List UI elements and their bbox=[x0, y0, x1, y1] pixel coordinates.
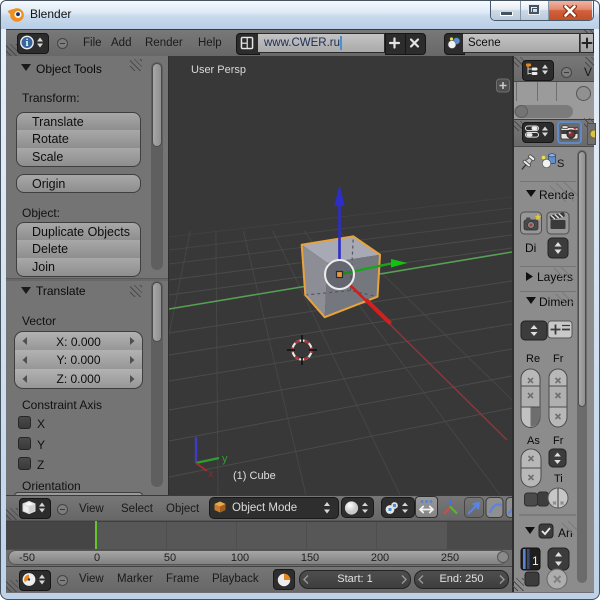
svg-text:Rende: Rende bbox=[539, 188, 575, 202]
svg-text:i: i bbox=[26, 38, 29, 49]
svg-text:Di: Di bbox=[525, 241, 536, 255]
svg-text:S: S bbox=[557, 158, 564, 170]
svg-text:Dimen: Dimen bbox=[539, 295, 574, 309]
svg-text:y: y bbox=[222, 453, 228, 465]
svg-text:As: As bbox=[527, 435, 540, 447]
svg-text:1: 1 bbox=[532, 554, 539, 568]
svg-text:x: x bbox=[208, 468, 214, 480]
svg-text:Ti: Ti bbox=[554, 473, 563, 485]
svg-text:Fr: Fr bbox=[553, 435, 564, 447]
svg-text:An: An bbox=[558, 526, 573, 540]
svg-text:Re: Re bbox=[526, 353, 540, 365]
svg-text:Fr: Fr bbox=[553, 353, 564, 365]
